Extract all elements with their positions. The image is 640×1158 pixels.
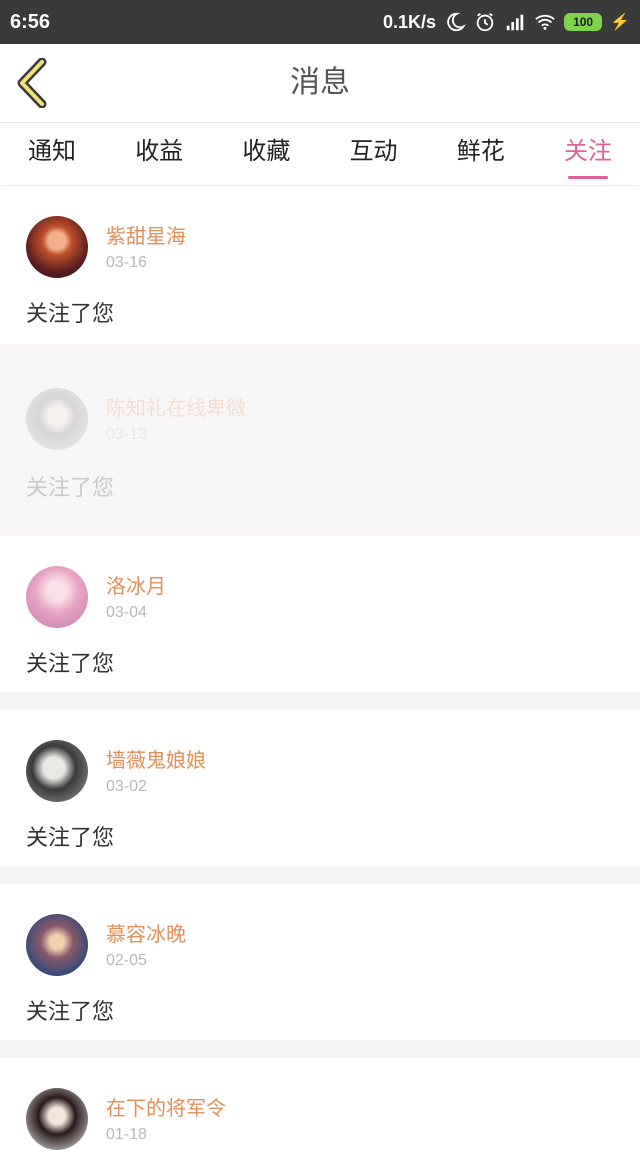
status-time: 6:56 bbox=[10, 10, 51, 33]
top-bar: 消息 bbox=[0, 44, 640, 123]
list-item[interactable]: 慕容冰晚 02-05 关注了您 bbox=[0, 884, 640, 1040]
avatar[interactable] bbox=[26, 216, 88, 278]
list-item[interactable]: 洛冰月 03-04 关注了您 bbox=[0, 536, 640, 692]
tab-interactions[interactable]: 互动 bbox=[346, 123, 402, 185]
status-bar: 6:56 0.1K/s 100 ⚡ bbox=[0, 0, 640, 44]
list-item[interactable]: 墙薇鬼娘娘 03-02 关注了您 bbox=[0, 710, 640, 866]
follow-message: 关注了您 bbox=[26, 1000, 115, 1025]
user-name[interactable]: 墙薇鬼娘娘 bbox=[106, 744, 206, 773]
follow-message: 关注了您 bbox=[26, 302, 115, 327]
list-item[interactable]: 在下的将军令 01-18 bbox=[0, 1058, 640, 1158]
page-title: 消息 bbox=[290, 65, 350, 100]
tab-notifications[interactable]: 通知 bbox=[24, 123, 80, 185]
avatar[interactable] bbox=[26, 566, 88, 628]
follow-date: 01-18 bbox=[106, 1126, 147, 1143]
tab-follows[interactable]: 关注 bbox=[560, 123, 616, 185]
wifi-icon bbox=[535, 14, 555, 30]
tab-bar: 通知 收益 收藏 互动 鲜花 关注 bbox=[0, 123, 640, 185]
avatar[interactable] bbox=[26, 914, 88, 976]
battery-icon: 100 bbox=[564, 13, 603, 31]
signal-icon bbox=[506, 14, 524, 31]
network-speed: 0.1K/s bbox=[383, 11, 437, 32]
user-name[interactable]: 慕容冰晚 bbox=[106, 918, 186, 947]
follow-date: 02-05 bbox=[106, 952, 147, 969]
moon-icon bbox=[447, 12, 467, 32]
tab-flowers[interactable]: 鲜花 bbox=[453, 123, 509, 185]
avatar[interactable] bbox=[26, 388, 88, 450]
follow-message: 关注了您 bbox=[26, 476, 115, 501]
user-name[interactable]: 紫甜星海 bbox=[106, 220, 186, 249]
user-name[interactable]: 洛冰月 bbox=[106, 570, 166, 599]
follow-message: 关注了您 bbox=[26, 826, 115, 851]
charging-icon: ⚡ bbox=[610, 14, 630, 31]
tab-favorites[interactable]: 收藏 bbox=[238, 123, 294, 185]
list-item[interactable]: 陈知礼在线卑微 03-13 关注了您 bbox=[0, 344, 640, 536]
user-name[interactable]: 陈知礼在线卑微 bbox=[106, 392, 246, 421]
follow-date: 03-16 bbox=[106, 254, 147, 271]
status-right: 0.1K/s 100 ⚡ bbox=[383, 11, 630, 33]
avatar[interactable] bbox=[26, 740, 88, 802]
follow-date: 03-02 bbox=[106, 778, 147, 795]
alarm-icon bbox=[476, 12, 494, 32]
list-item[interactable]: 紫甜星海 03-16 关注了您 bbox=[0, 186, 640, 344]
follow-date: 03-04 bbox=[106, 604, 147, 621]
follow-list: 紫甜星海 03-16 关注了您 陈知礼在线卑微 03-13 关注了您 洛冰月 0… bbox=[0, 186, 640, 1158]
follow-message: 关注了您 bbox=[26, 652, 115, 677]
tab-earnings[interactable]: 收益 bbox=[131, 123, 187, 185]
follow-date: 03-13 bbox=[106, 426, 147, 443]
avatar[interactable] bbox=[26, 1088, 88, 1150]
user-name[interactable]: 在下的将军令 bbox=[106, 1092, 226, 1121]
